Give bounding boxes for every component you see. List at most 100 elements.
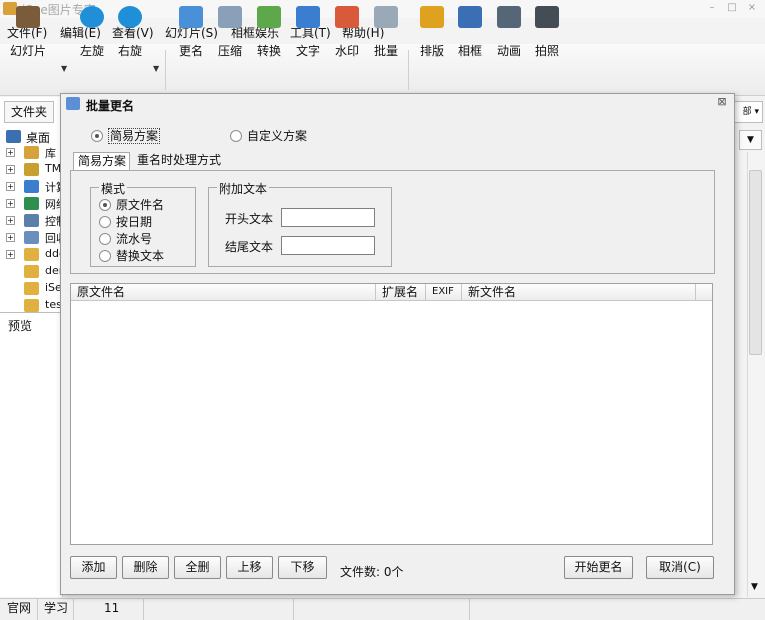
slideshow-button[interactable]: 幻灯片	[10, 6, 46, 58]
mode-option[interactable]: 流水号	[99, 230, 152, 247]
extra-text-group-title: 附加文本	[217, 180, 270, 197]
frame-button[interactable]: 相框	[452, 6, 488, 58]
close-button[interactable]: ×	[745, 2, 759, 14]
rotate-dropdown-icon[interactable]: ▼	[153, 64, 159, 73]
convert-button[interactable]: 转换	[251, 6, 287, 58]
slideshow-dropdown-icon[interactable]: ▼	[61, 64, 67, 73]
tree-item-label: 库	[45, 147, 56, 160]
column-extension[interactable]: 扩展名	[376, 284, 426, 301]
text-button[interactable]: 文字	[290, 6, 326, 58]
scrollbar-thumb[interactable]	[749, 170, 762, 355]
expand-icon[interactable]: +	[6, 165, 15, 174]
expand-icon[interactable]: +	[6, 199, 15, 208]
clear-all-button[interactable]: 全删	[174, 556, 221, 579]
add-button[interactable]: 添加	[70, 556, 117, 579]
tree-item[interactable]: +计算	[0, 178, 63, 195]
layout-icon	[420, 6, 444, 28]
mode-group-title: 模式	[99, 180, 128, 197]
watermark-button[interactable]: 水印	[329, 6, 365, 58]
tree-item[interactable]: iSe	[0, 280, 63, 297]
radio-dot	[230, 129, 242, 142]
column-original-name[interactable]: 原文件名	[71, 284, 376, 301]
column-exif[interactable]: EXIF	[426, 284, 462, 301]
add-text-icon	[296, 6, 320, 28]
mode-option[interactable]: 替换文本	[99, 247, 164, 264]
status-cell	[294, 598, 470, 620]
minimize-button[interactable]: –	[705, 2, 719, 14]
folder-icon	[24, 214, 39, 227]
prefix-label: 开头文本	[225, 212, 274, 226]
tab-duplicate-handling[interactable]: 重名时处理方式	[133, 152, 225, 171]
mode-option-label: 流水号	[116, 232, 153, 246]
dialog-close-icon[interactable]: ⊠	[716, 96, 728, 108]
maximize-button[interactable]: □	[725, 2, 739, 14]
right-panel-text: 部	[742, 107, 752, 117]
animation-icon	[497, 6, 521, 28]
start-rename-button[interactable]: 开始更名	[564, 556, 633, 579]
rotate-left-button[interactable]: 左旋	[74, 6, 110, 58]
expand-icon[interactable]: +	[6, 233, 15, 242]
expand-icon[interactable]: +	[6, 216, 15, 225]
rotate-left-icon	[80, 6, 104, 28]
radio-dot	[99, 249, 111, 262]
right-dropdown-button[interactable]: ▼	[739, 130, 762, 150]
tab-simple[interactable]: 简易方案	[73, 152, 130, 171]
cancel-button[interactable]: 取消(C)	[646, 556, 714, 579]
tree-item[interactable]: dem	[0, 263, 63, 280]
expand-icon[interactable]: +	[6, 250, 15, 259]
rename-dialog-icon	[66, 97, 80, 110]
status-website[interactable]: 官网	[0, 598, 38, 620]
folder-icon	[24, 146, 39, 159]
layout-button[interactable]: 排版	[414, 6, 450, 58]
folder-icon	[24, 197, 39, 210]
remove-button[interactable]: 删除	[122, 556, 169, 579]
expand-icon[interactable]: +	[6, 182, 15, 191]
tree-item[interactable]: +控制	[0, 212, 63, 229]
rotate-right-icon	[118, 6, 142, 28]
status-count: 11	[74, 598, 144, 620]
tree-item[interactable]: +TMC	[0, 161, 63, 178]
watermark-icon	[335, 6, 359, 28]
film-icon	[16, 6, 40, 28]
radio-dot	[99, 215, 111, 228]
compress-icon	[218, 6, 242, 28]
mode-option[interactable]: 原文件名	[99, 196, 164, 213]
file-list[interactable]	[70, 283, 713, 545]
tree-item[interactable]: 桌面	[0, 128, 63, 145]
move-down-button[interactable]: 下移	[278, 556, 327, 579]
radio-simple-scheme[interactable]: 简易方案	[91, 127, 161, 144]
frame-icon	[458, 6, 482, 28]
suffix-label: 结尾文本	[225, 240, 274, 254]
batch-button[interactable]: 批量	[368, 6, 404, 58]
scroll-down-icon[interactable]: ▼	[751, 582, 758, 592]
toolbar-separator	[165, 50, 166, 90]
tree-item[interactable]: + 库	[0, 144, 63, 161]
file-count: 文件数: 0个	[340, 565, 404, 579]
folder-icon	[24, 231, 39, 244]
tree-item[interactable]: +回收	[0, 229, 63, 246]
batch-icon	[374, 6, 398, 28]
prefix-input[interactable]	[281, 208, 375, 227]
tree-item[interactable]: +网络	[0, 195, 63, 212]
radio-custom-scheme[interactable]: 自定义方案	[230, 127, 307, 144]
radio-dot	[99, 198, 111, 211]
photo-button[interactable]: 拍照	[529, 6, 565, 58]
status-cell	[470, 598, 765, 620]
mode-option[interactable]: 按日期	[99, 213, 152, 230]
expand-icon[interactable]: +	[6, 148, 15, 157]
rename-button[interactable]: 更名	[173, 6, 209, 58]
compress-button[interactable]: 压缩	[212, 6, 248, 58]
animation-button[interactable]: 动画	[491, 6, 527, 58]
tab-folders[interactable]: 文件夹	[4, 101, 54, 123]
convert-icon	[257, 6, 281, 28]
status-learn[interactable]: 学习	[38, 598, 74, 620]
panel-divider[interactable]	[0, 312, 63, 313]
toolbar-separator	[408, 50, 409, 90]
folder-icon	[24, 265, 39, 278]
extra-text-group	[208, 187, 392, 267]
suffix-input[interactable]	[281, 236, 375, 255]
column-new-name[interactable]: 新文件名	[462, 284, 696, 301]
rotate-right-button[interactable]: 右旋	[112, 6, 148, 58]
tree-item[interactable]: +ddd	[0, 246, 63, 263]
move-up-button[interactable]: 上移	[226, 556, 273, 579]
